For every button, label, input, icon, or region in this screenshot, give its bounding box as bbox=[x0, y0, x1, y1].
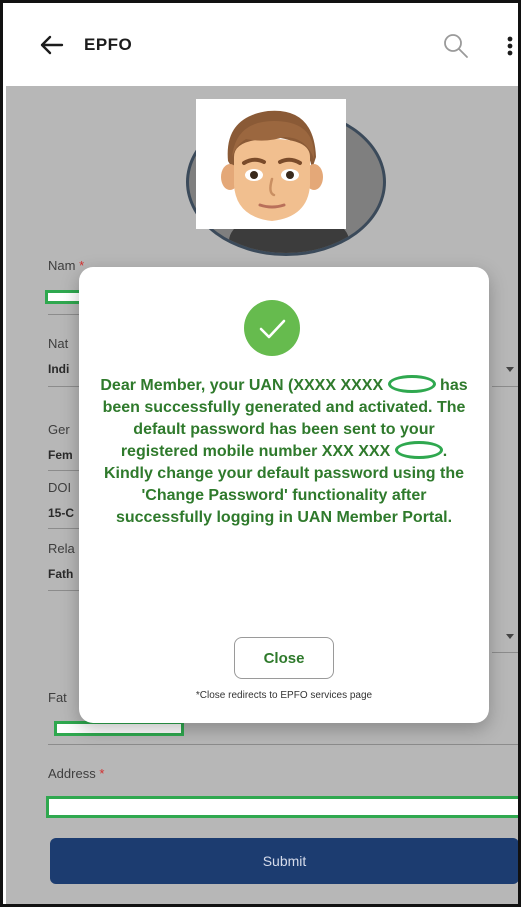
nationality-value[interactable]: Indi bbox=[48, 362, 69, 376]
phone-screen: EPFO Nam * Nat Indi Ger Fem DOI 15-C Rel… bbox=[0, 0, 521, 907]
more-options-icon[interactable] bbox=[500, 30, 518, 62]
app-bar: EPFO bbox=[6, 6, 518, 86]
nationality-dropdown-icon[interactable] bbox=[506, 367, 514, 372]
relation-dropdown-icon[interactable] bbox=[506, 634, 514, 639]
relation-value[interactable]: Fath bbox=[48, 567, 73, 581]
dob-label: DOI bbox=[48, 480, 72, 495]
success-dialog: Dear Member, your UAN (XXXX XXXX has bee… bbox=[79, 267, 489, 723]
gender-value[interactable]: Fem bbox=[48, 448, 73, 462]
avatar bbox=[196, 99, 346, 229]
submit-button[interactable]: Submit bbox=[50, 838, 518, 884]
message-part-1: Dear Member, your UAN (XXXX XXXX bbox=[100, 377, 384, 394]
nationality-underline-right bbox=[492, 386, 518, 387]
close-note: *Close redirects to EPFO services page bbox=[195, 690, 373, 701]
name-underline bbox=[48, 314, 82, 315]
gender-underline bbox=[48, 470, 82, 471]
uan-redaction bbox=[387, 375, 436, 393]
gender-label: Ger bbox=[48, 422, 70, 437]
success-message: Dear Member, your UAN (XXXX XXXX has bee… bbox=[99, 375, 469, 529]
back-arrow-icon[interactable] bbox=[36, 30, 66, 60]
father-name-redaction bbox=[54, 721, 184, 736]
name-label: Nam * bbox=[48, 258, 85, 273]
app-title: EPFO bbox=[84, 35, 133, 54]
father-name-underline bbox=[48, 744, 518, 745]
address-redaction bbox=[46, 796, 518, 818]
mobile-redaction bbox=[394, 441, 443, 459]
relation-underline bbox=[48, 590, 82, 591]
search-icon[interactable] bbox=[442, 32, 470, 60]
success-check-icon bbox=[244, 300, 300, 356]
dob-value[interactable]: 15-C bbox=[48, 506, 74, 520]
nationality-underline bbox=[48, 386, 82, 387]
address-label: Address * bbox=[48, 766, 105, 781]
dob-underline bbox=[48, 528, 82, 529]
relation-underline-right bbox=[492, 652, 518, 653]
relation-label: Rela bbox=[48, 541, 75, 556]
nationality-label: Nat bbox=[48, 336, 69, 351]
close-button[interactable]: Close bbox=[234, 637, 334, 679]
father-name-label: Fat bbox=[48, 690, 67, 705]
